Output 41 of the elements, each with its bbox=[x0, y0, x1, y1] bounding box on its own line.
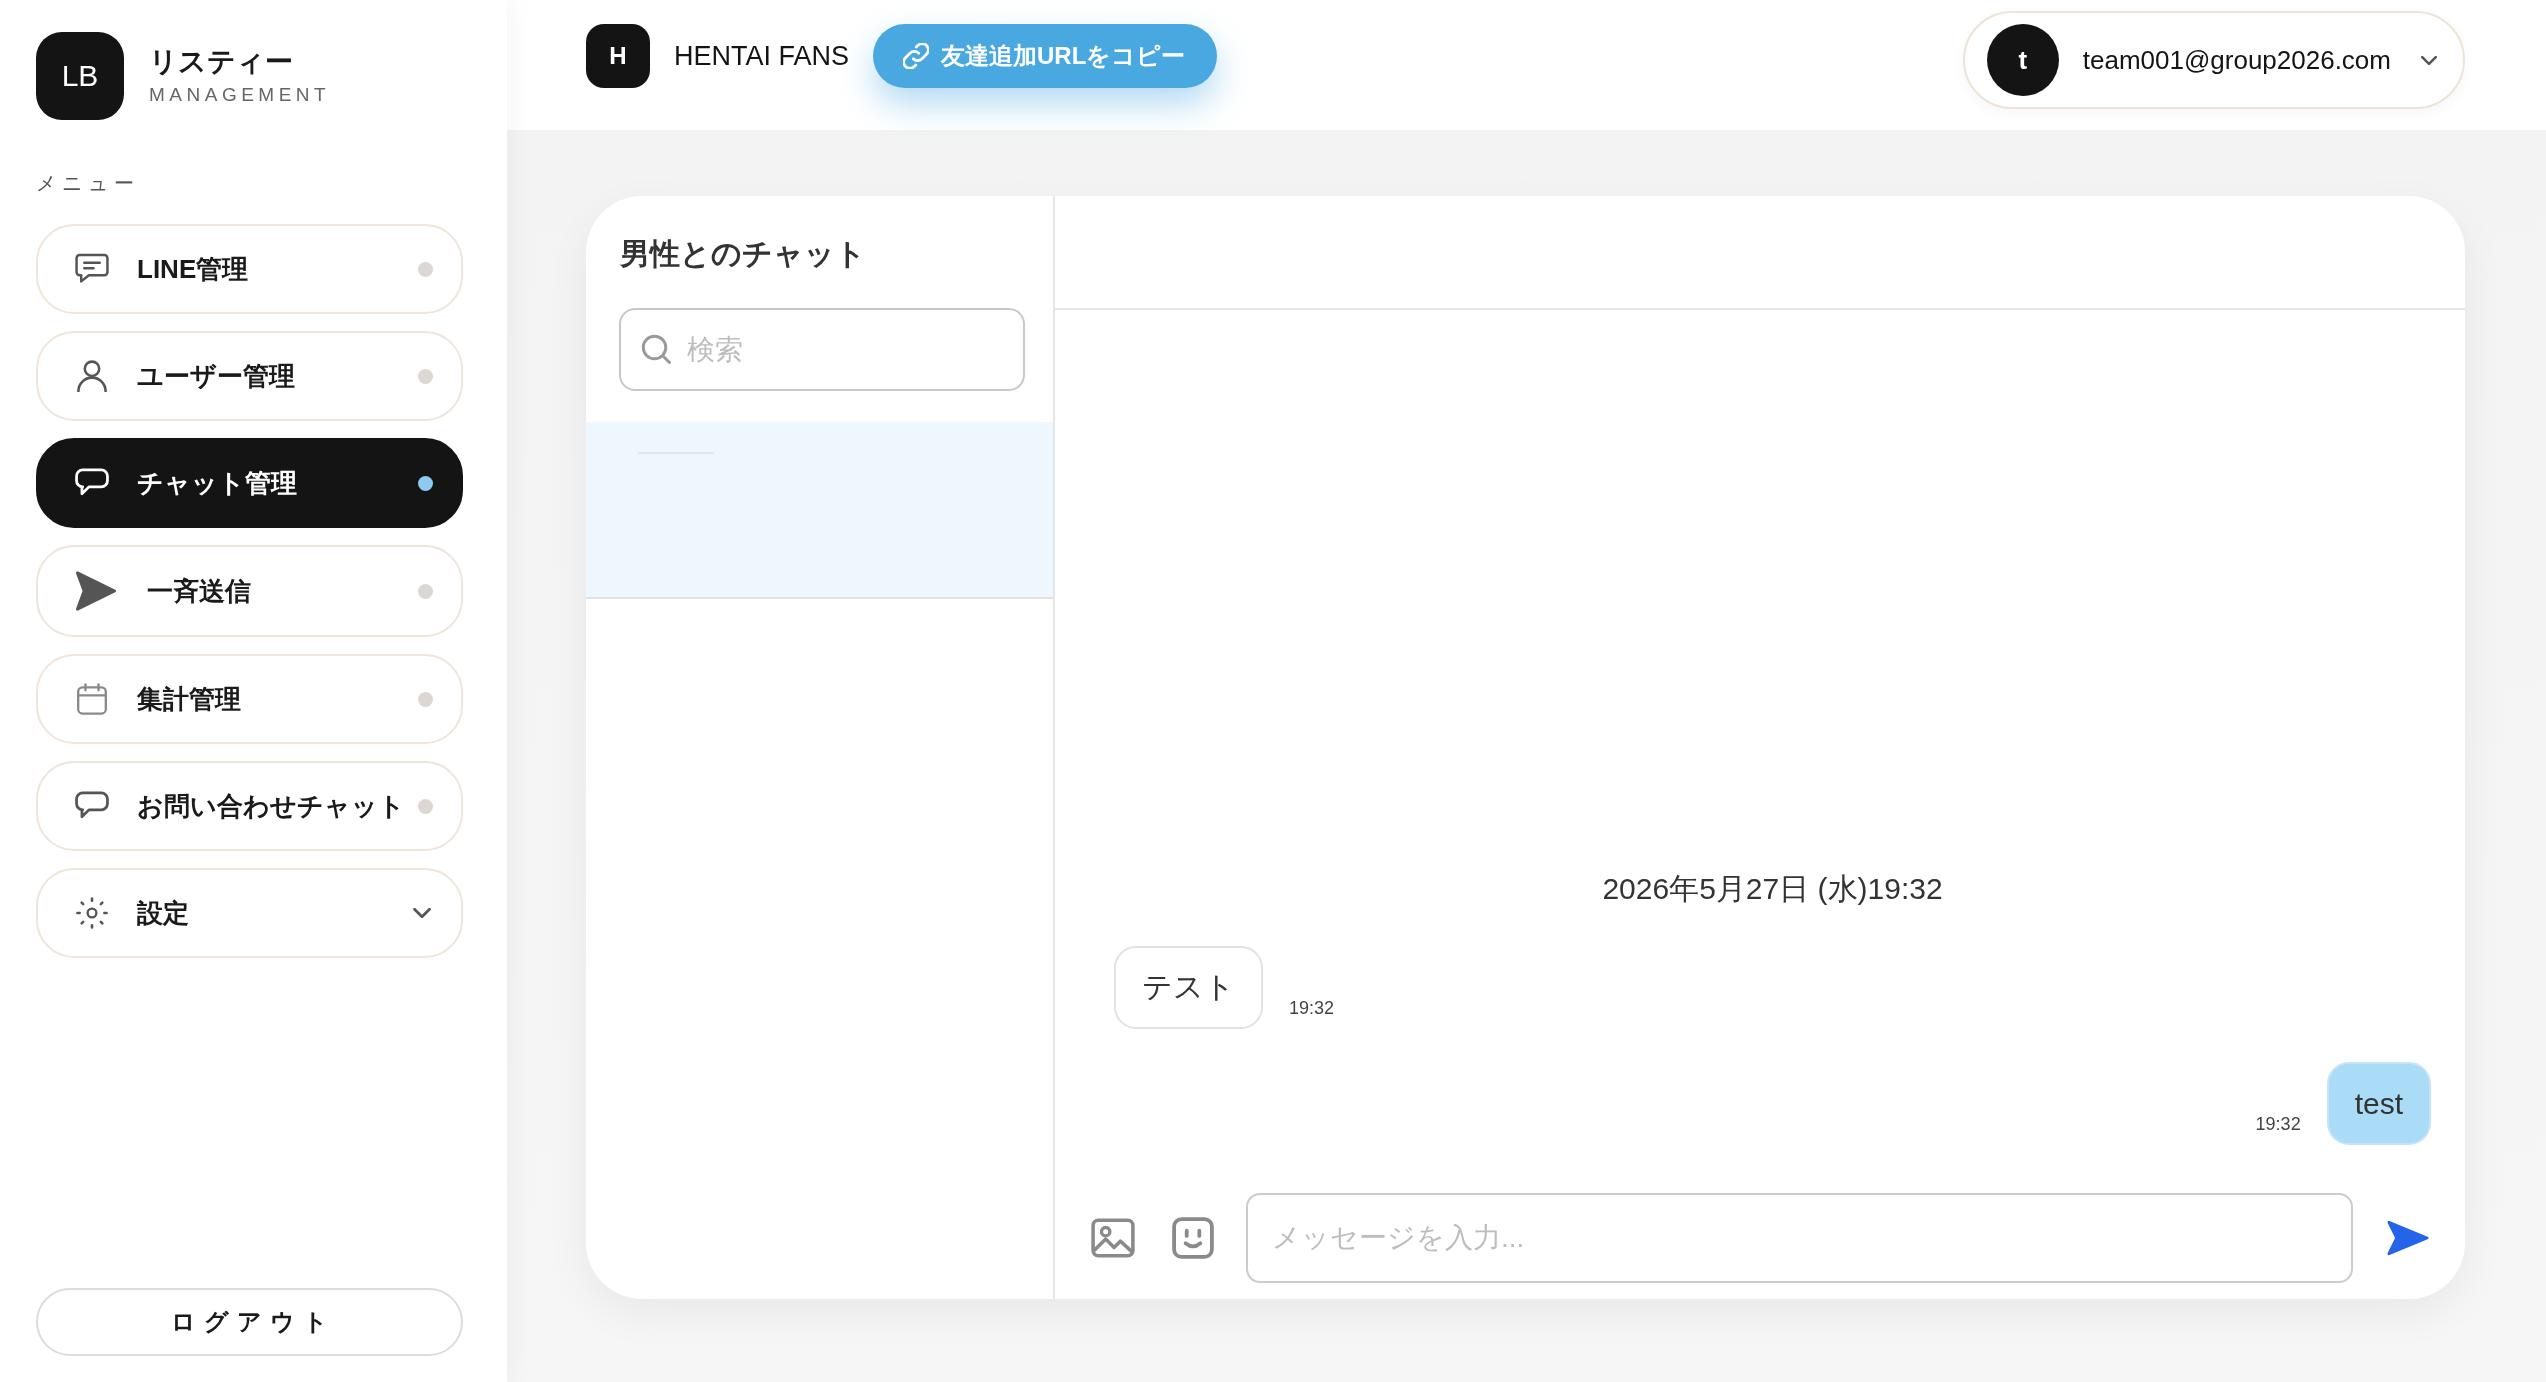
chevron-down-icon bbox=[2421, 55, 2437, 65]
menu-item[interactable]: 一斉送信 bbox=[36, 545, 463, 637]
menu-heading: メニュー bbox=[36, 171, 140, 196]
menu-item[interactable]: ユーザー管理 bbox=[36, 331, 463, 421]
message-time: 19:32 bbox=[2255, 1113, 2301, 1135]
user-menu-button[interactable]: t team001@group2026.com bbox=[1962, 11, 2465, 109]
dot-icon bbox=[418, 583, 433, 599]
paper-plane-icon bbox=[75, 571, 117, 611]
account-avatar: H bbox=[586, 24, 650, 88]
settings-icon bbox=[75, 897, 109, 929]
logo-mark: LB bbox=[36, 32, 124, 120]
menu-item[interactable]: 設定 bbox=[36, 868, 463, 958]
message-bubble: test bbox=[2326, 1062, 2431, 1145]
dot-icon bbox=[418, 368, 433, 384]
brand-title: リスティー bbox=[149, 45, 293, 79]
search-icon bbox=[641, 334, 671, 364]
list-title: 男性とのチャット bbox=[620, 236, 866, 272]
link-icon bbox=[903, 43, 930, 69]
calendar-icon bbox=[75, 683, 109, 715]
brand-subtitle: MANAGEMENT bbox=[149, 83, 331, 107]
menu-item[interactable]: LINE管理 bbox=[36, 224, 463, 314]
date-label: 2026年5月27日 (水)19:32 bbox=[1602, 871, 1943, 907]
account-name: HENTAI FANS bbox=[674, 40, 850, 72]
image-icon[interactable] bbox=[1091, 1218, 1135, 1258]
message-time: 19:32 bbox=[1289, 997, 1335, 1019]
chat-bubble-icon bbox=[75, 253, 109, 285]
dot-icon bbox=[418, 475, 433, 491]
menu-item[interactable]: 集計管理 bbox=[36, 654, 463, 744]
logout-button[interactable]: ログアウト bbox=[36, 1288, 463, 1356]
dot-icon bbox=[418, 261, 433, 277]
send-icon[interactable] bbox=[2387, 1220, 2429, 1256]
dot-icon bbox=[418, 798, 433, 814]
message-bubble: テスト bbox=[1114, 946, 1263, 1029]
user-avatar: t bbox=[1986, 24, 2059, 96]
menu-item[interactable]: チャット管理 bbox=[36, 438, 463, 528]
person-icon bbox=[75, 360, 109, 392]
menu-item[interactable]: お問い合わせチャット bbox=[36, 761, 463, 851]
message-input[interactable]: メッセージを入力... bbox=[1246, 1193, 2353, 1283]
search-field[interactable]: 検索 bbox=[619, 308, 1025, 391]
dot-icon bbox=[418, 691, 433, 707]
smiley-icon[interactable] bbox=[1172, 1217, 1214, 1259]
